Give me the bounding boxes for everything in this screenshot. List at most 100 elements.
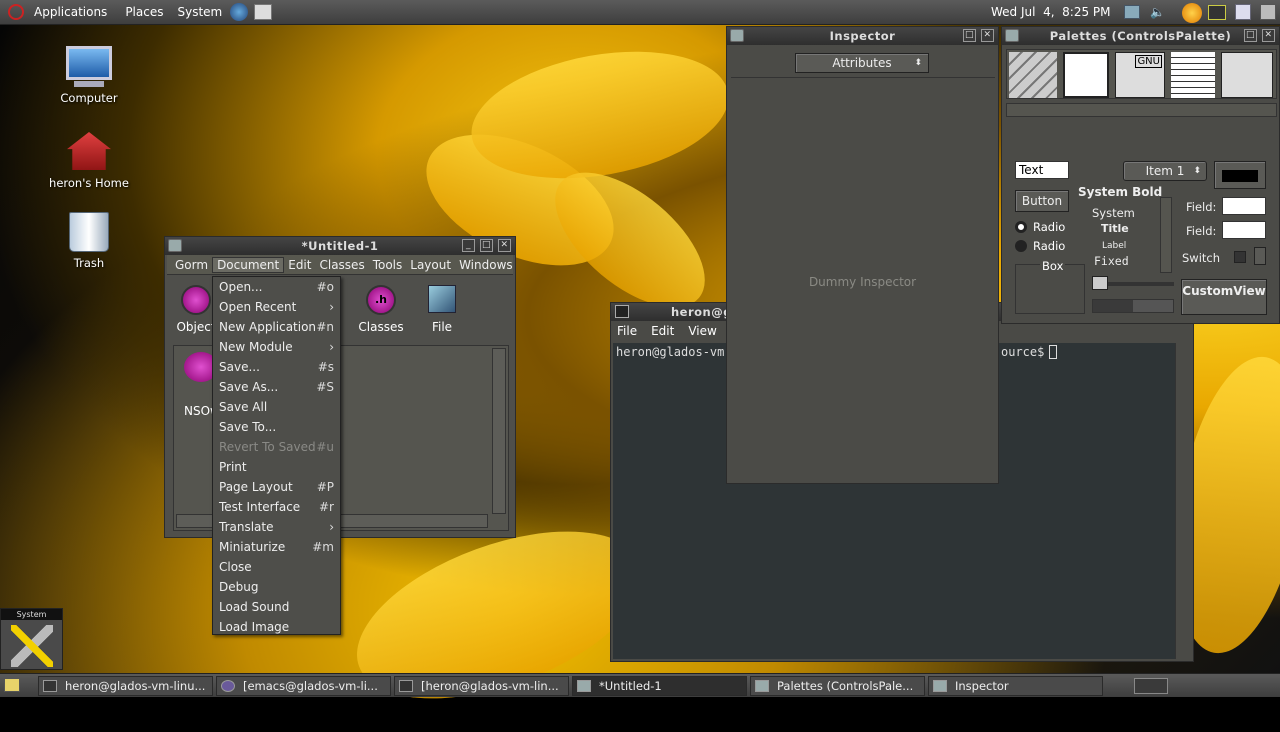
menu-edit[interactable]: Edit — [284, 258, 315, 272]
document-menu-item[interactable]: Save All — [213, 397, 340, 417]
document-menu-item[interactable]: Translate › — [213, 517, 340, 537]
document-menu-item[interactable]: Close — [213, 557, 340, 577]
window-title: Inspector — [829, 29, 896, 43]
network-icon[interactable] — [1124, 5, 1140, 19]
terminal-icon[interactable] — [615, 305, 629, 318]
menu-classes[interactable]: Classes — [315, 258, 368, 272]
palette-data-icon[interactable] — [1171, 52, 1215, 98]
terminal-scrollbar[interactable] — [1175, 343, 1191, 659]
close-button[interactable]: ✕ — [498, 239, 511, 252]
system-miniwindow[interactable]: System — [0, 608, 63, 670]
taskbar-item[interactable]: [emacs@glados-vm-li... — [216, 676, 391, 696]
menu-layout[interactable]: Layout — [406, 258, 455, 272]
window-titlebar[interactable]: Inspector □ ✕ — [727, 27, 998, 45]
attributes-popup[interactable]: Attributes ⬍ — [795, 53, 929, 73]
terminal-prompt-end: ource$ — [1001, 345, 1045, 359]
document-menu-item[interactable]: New Application #n — [213, 317, 340, 337]
document-menu-item[interactable]: Debug — [213, 577, 340, 597]
display-icon[interactable] — [1208, 5, 1226, 20]
palette-controls-icon[interactable]: GNU — [1115, 52, 1165, 98]
palette-scrollbar[interactable] — [1006, 103, 1277, 117]
text-field-sample[interactable]: Text — [1015, 161, 1069, 179]
browser-launcher-icon[interactable] — [230, 3, 249, 21]
maximize-button[interactable]: □ — [480, 239, 493, 252]
color-well-sample[interactable] — [1214, 161, 1266, 189]
menu-view[interactable]: View — [688, 324, 716, 338]
radio2-sample[interactable]: Radio — [1015, 239, 1065, 253]
document-menu-item[interactable]: New Module › — [213, 337, 340, 357]
vertical-slider-sample[interactable] — [1160, 197, 1172, 273]
vertical-scrollbar[interactable] — [492, 348, 506, 514]
taskbar-item[interactable]: heron@glados-vm-linu... — [38, 676, 213, 696]
document-menu-item[interactable]: Save... #s — [213, 357, 340, 377]
document-menu-item[interactable]: Open Recent › — [213, 297, 340, 317]
system-menu[interactable]: System — [177, 5, 222, 19]
home-folder-icon — [67, 132, 111, 170]
close-button[interactable]: ✕ — [1262, 29, 1275, 42]
places-menu[interactable]: Places — [125, 5, 163, 19]
document-menu-item[interactable]: Load Sound — [213, 597, 340, 617]
palette-containers-icon[interactable] — [1221, 52, 1273, 98]
mail-launcher-icon[interactable] — [254, 4, 273, 20]
window-titlebar[interactable]: *Untitled-1 _ □ ✕ — [165, 237, 515, 255]
classes-tab[interactable]: .h Classes — [355, 285, 407, 334]
desktop-icon-computer[interactable]: Computer — [44, 46, 134, 105]
window-menu-icon[interactable] — [168, 239, 182, 252]
volume-icon[interactable]: 🔈 — [1150, 5, 1166, 19]
taskbar-item[interactable]: [heron@glados-vm-lin... — [394, 676, 569, 696]
workspace-switcher[interactable] — [1134, 678, 1168, 694]
font-title: Title — [1101, 222, 1129, 235]
radio-unselected-icon — [1015, 240, 1027, 252]
document-menu-item[interactable]: Print — [213, 457, 340, 477]
document-menu-item[interactable]: Save To... — [213, 417, 340, 437]
stepper-sample[interactable] — [1254, 247, 1266, 265]
document-menu-item[interactable]: Miniaturize #m — [213, 537, 340, 557]
radio1-sample[interactable]: Radio — [1015, 220, 1065, 234]
distro-logo-icon[interactable] — [8, 4, 24, 20]
desktop-icon-home[interactable]: heron's Home — [44, 132, 134, 190]
popup-button-sample[interactable]: Item 1 ⬍ — [1123, 161, 1207, 181]
horizontal-slider-sample[interactable] — [1092, 276, 1174, 290]
menu-edit[interactable]: Edit — [651, 324, 674, 338]
taskbar-item[interactable]: Palettes (ControlsPale... — [750, 676, 925, 696]
gorm-icon — [577, 680, 591, 692]
menu-windows[interactable]: Windows — [455, 258, 517, 272]
field1-input[interactable] — [1222, 197, 1266, 215]
applications-menu[interactable]: Applications — [34, 5, 107, 19]
document-menu-item[interactable]: Page Layout #P — [213, 477, 340, 497]
taskbar-item[interactable]: Inspector — [928, 676, 1103, 696]
maximize-button[interactable]: □ — [1244, 29, 1257, 42]
taskbar-item[interactable]: *Untitled-1 — [572, 676, 747, 696]
menu-file[interactable]: File — [617, 324, 637, 338]
box-sample[interactable]: Box — [1015, 259, 1085, 314]
window-menu-icon[interactable] — [1005, 29, 1019, 42]
custom-view-sample[interactable]: CustomView — [1181, 279, 1267, 315]
gorm-icon — [933, 680, 947, 692]
button-sample[interactable]: Button — [1015, 190, 1069, 212]
document-menu-item[interactable]: Load Image — [213, 617, 340, 637]
close-button[interactable]: ✕ — [981, 29, 994, 42]
power-icon[interactable] — [1260, 4, 1276, 20]
preferences-tools-icon — [11, 625, 53, 667]
update-notifier-icon[interactable] — [1182, 3, 1202, 23]
menu-gorm[interactable]: Gorm — [171, 258, 212, 272]
show-desktop-icon[interactable] — [4, 678, 20, 692]
trash-icon — [69, 212, 109, 252]
clock[interactable]: Wed Jul 4, 8:25 PM — [991, 5, 1111, 19]
document-menu-item[interactable]: Save As... #S — [213, 377, 340, 397]
maximize-button[interactable]: □ — [963, 29, 976, 42]
field2-input[interactable] — [1222, 221, 1266, 239]
switch-checkbox[interactable] — [1234, 251, 1246, 263]
palette-menus-icon[interactable] — [1009, 52, 1057, 98]
file-tab[interactable]: File — [417, 285, 467, 334]
window-titlebar[interactable]: Palettes (ControlsPalette) □ ✕ — [1002, 27, 1279, 45]
document-menu-item[interactable]: Test Interface #r — [213, 497, 340, 517]
document-menu-item[interactable]: Open... #o — [213, 277, 340, 297]
search-icon[interactable] — [1235, 4, 1251, 20]
menu-document[interactable]: Document — [212, 256, 285, 273]
palette-windows-icon[interactable] — [1063, 52, 1109, 98]
desktop-icon-trash[interactable]: Trash — [44, 212, 134, 270]
minimize-button[interactable]: _ — [462, 239, 475, 252]
menu-tools[interactable]: Tools — [369, 258, 407, 272]
window-menu-icon[interactable] — [730, 29, 744, 42]
